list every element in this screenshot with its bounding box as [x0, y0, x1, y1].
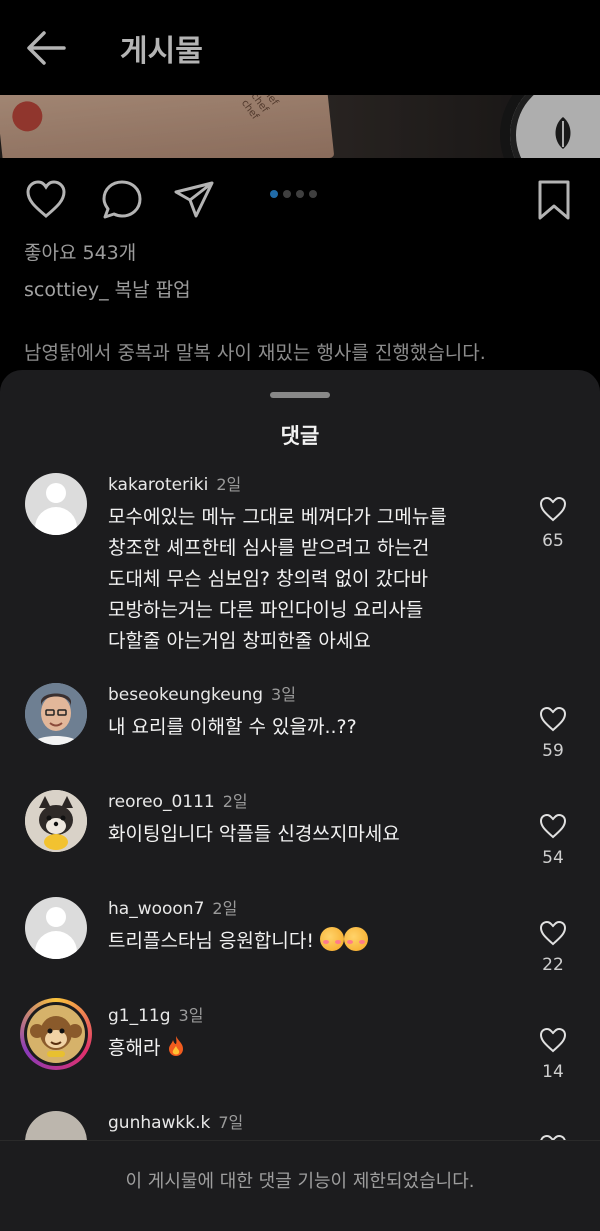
comment-text: 내 요리를 이해할 수 있을까..?? — [108, 716, 357, 738]
comment-time: 3일 — [178, 1006, 204, 1025]
comment-like-count: 65 — [542, 531, 564, 551]
comment-time: 3일 — [271, 685, 296, 704]
comment-username[interactable]: g1_11g — [108, 1006, 171, 1026]
comment-meta: beseokeungkeung 3일 — [108, 681, 296, 705]
comment-time: 2일 — [212, 899, 238, 918]
comment-time: 2일 — [222, 792, 248, 811]
comment-time: 7일 — [218, 1113, 244, 1132]
carousel-dot — [309, 190, 317, 198]
comment-like-heart-icon[interactable] — [538, 812, 568, 840]
comment-like-heart-icon[interactable] — [538, 705, 568, 733]
leaf-logo-icon — [555, 117, 571, 149]
post-action-bar — [0, 158, 600, 238]
comment-username[interactable]: ha_wooon7 — [108, 899, 204, 919]
comment-like-count: 59 — [542, 741, 564, 761]
bookmark-icon[interactable] — [532, 178, 576, 222]
comment-meta: reoreo_0111 2일 — [108, 788, 248, 812]
like-count[interactable]: 좋아요 543개 — [24, 238, 136, 265]
caption-title: 복날 팝업 — [114, 279, 191, 301]
carousel-dot — [283, 190, 291, 198]
comment-like-heart-icon[interactable] — [538, 919, 568, 947]
comment-username[interactable]: beseokeungkeung — [108, 685, 263, 705]
comment-username[interactable]: kakaroteriki — [108, 475, 208, 495]
page-title: 게시물 — [120, 34, 203, 69]
comment-like-count: 22 — [542, 955, 564, 975]
comment-like-count: 14 — [542, 1062, 564, 1082]
post-body-text: 남영탉에서 중복과 말복 사이 재밌는 행사를 진행했습니다. — [24, 342, 486, 364]
comment-like-heart-icon[interactable] — [538, 1026, 568, 1054]
carousel-dot — [296, 190, 304, 198]
comment-meta: kakaroteriki 2일 — [108, 471, 241, 495]
heart-icon[interactable] — [24, 178, 68, 222]
comment-text: 모수에있는 메뉴 그대로 베껴다가 그메뉴를 창조한 셰프한테 심사를 받으려고… — [108, 506, 447, 652]
monkey-avatar-icon — [27, 1005, 85, 1063]
man-portrait-icon — [25, 683, 87, 745]
comment-like-heart-icon[interactable] — [538, 495, 568, 523]
comments-disabled-notice: 이 게시물에 대한 댓글 기능이 제한되었습니다. — [125, 1171, 475, 1192]
avatar[interactable] — [25, 473, 87, 535]
post-image[interactable]: chef chef chef — [0, 95, 600, 158]
comment-text: 화이팅입니다 악플들 신경쓰지마세요 — [108, 823, 400, 845]
comment-meta: gunhawkk.k 7일 — [108, 1109, 243, 1133]
comment-time: 2일 — [216, 475, 242, 494]
back-arrow-icon[interactable] — [24, 28, 68, 68]
smiling-hearts-emoji-icon — [319, 927, 344, 951]
dog-photo-icon — [25, 790, 87, 852]
comment-like-heart-icon[interactable] — [538, 1133, 568, 1140]
comments-disabled-bar: 이 게시물에 대한 댓글 기능이 제한되었습니다. — [0, 1140, 600, 1231]
comment-username[interactable]: reoreo_0111 — [108, 792, 215, 812]
comment-meta: ha_wooon7 2일 — [108, 895, 237, 919]
comment-list[interactable]: kakaroteriki 2일 모수에있는 메뉴 그대로 베껴다가 그메뉴를 창조… — [0, 465, 600, 1140]
menu-paper: chef chef chef — [0, 95, 335, 158]
post-username[interactable]: scottiey_ — [24, 279, 109, 301]
avatar[interactable] — [25, 790, 87, 852]
comment-meta: g1_11g 3일 — [108, 1002, 203, 1026]
carousel-dot — [270, 190, 278, 198]
plate-image — [500, 95, 600, 158]
share-send-icon[interactable] — [172, 178, 216, 222]
comments-sheet: 댓글 kakaroteriki 2일 모수에있는 메뉴 그대로 베껴다가 그메뉴를… — [0, 370, 600, 1231]
avatar[interactable] — [25, 897, 87, 959]
smiling-hearts-emoji-icon — [343, 927, 368, 951]
comment-icon[interactable] — [100, 178, 144, 222]
carousel-indicator — [270, 190, 317, 198]
avatar-story-ring[interactable] — [20, 998, 92, 1070]
comment-like-count: 54 — [542, 848, 564, 868]
sheet-drag-handle[interactable] — [270, 392, 330, 398]
avatar[interactable] — [25, 1111, 87, 1140]
comment-text: 흥해라 — [108, 1033, 518, 1064]
post-caption: scottiey_ 복날 팝업 — [24, 275, 191, 302]
fire-emoji-icon — [168, 1036, 183, 1056]
avatar[interactable] — [25, 683, 87, 745]
sheet-title: 댓글 — [280, 424, 320, 448]
comment-text: 트리플스타님 응원합니다! — [108, 926, 518, 957]
comment-username[interactable]: gunhawkk.k — [108, 1113, 210, 1133]
top-bar: 게시물 — [0, 0, 600, 95]
